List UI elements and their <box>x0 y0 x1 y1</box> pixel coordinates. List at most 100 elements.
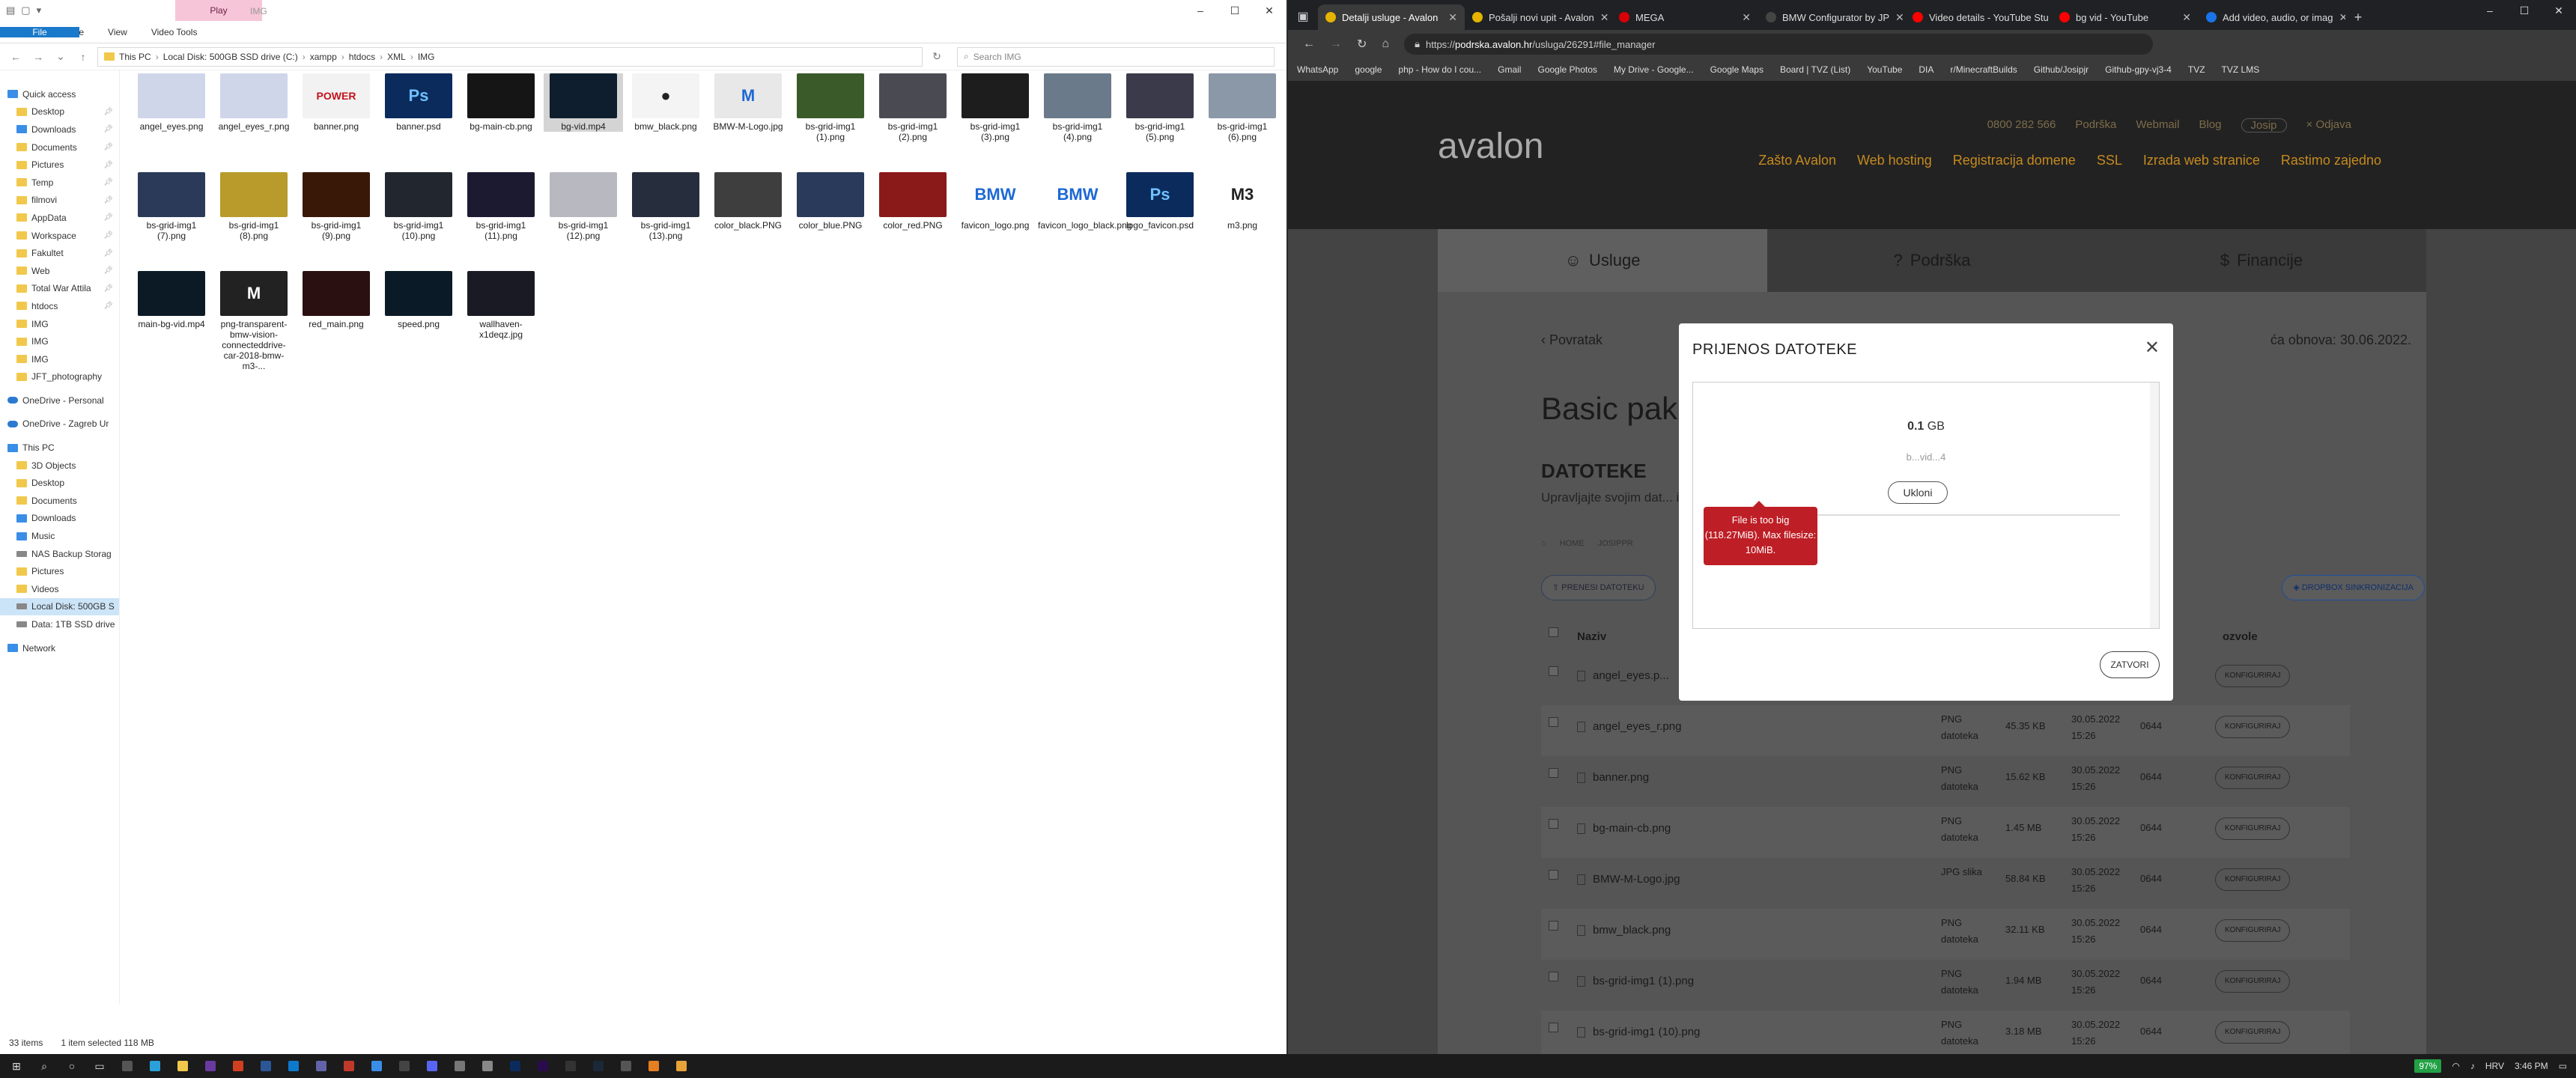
photoshop-icon[interactable] <box>504 1055 526 1077</box>
file-item[interactable]: speed.png <box>379 271 458 329</box>
remove-file-button[interactable]: Ukloni <box>1888 481 1948 504</box>
nav-item[interactable]: htdocs 📌︎ <box>0 297 119 315</box>
nav-item[interactable]: Videos <box>0 580 119 598</box>
back-link[interactable]: ‹ Povratak <box>1541 332 1603 348</box>
chevron-down-icon[interactable]: ⌄ <box>52 50 69 63</box>
home-icon[interactable]: ⌂ <box>1382 37 1389 51</box>
close-modal-button[interactable]: ZATVORI <box>2100 651 2160 678</box>
bookmark[interactable]: Github-gpy-vj3-4 <box>2105 64 2172 75</box>
app-icon[interactable] <box>449 1055 471 1077</box>
app-icon[interactable] <box>227 1055 249 1077</box>
file-item[interactable]: POWER banner.png <box>297 73 376 132</box>
menu-item[interactable]: Registracija domene <box>1953 153 2076 168</box>
app-icon[interactable] <box>310 1055 332 1077</box>
blog-link[interactable]: Blog <box>2199 118 2221 133</box>
chevron-down-icon[interactable]: ▾ <box>37 4 42 16</box>
battery-indicator[interactable]: 97% <box>2414 1059 2442 1073</box>
configure-button[interactable]: KONFIGURIRAJ <box>2215 767 2291 789</box>
nav-item[interactable]: Quick access <box>0 85 119 103</box>
file-name-cell[interactable]: BMW-M-Logo.jpg <box>1577 873 1680 886</box>
tab-podrska[interactable]: ? Podrška <box>1767 229 2097 292</box>
search-icon[interactable]: ⌕ <box>33 1055 55 1077</box>
browser-tab[interactable]: BMW Configurator by JP ✕ <box>1758 4 1905 30</box>
configure-button[interactable]: KONFIGURIRAJ <box>2215 919 2291 942</box>
bookmark[interactable]: TVZ LMS <box>2222 64 2260 75</box>
upload-file-button[interactable]: ⇪ PRENESI DATOTEKU <box>1541 575 1656 600</box>
bookmark[interactable]: php - How do I cou... <box>1398 64 1481 75</box>
file-item[interactable]: color_black.PNG <box>708 172 788 231</box>
nav-item[interactable]: filmovi 📌︎ <box>0 192 119 210</box>
back-arrow-icon[interactable]: ← <box>1303 37 1315 51</box>
file-item[interactable]: bs-grid-img1 (7).png <box>132 172 211 241</box>
tab-actions-icon[interactable]: ▣ <box>1288 4 1318 30</box>
tab-file[interactable]: File <box>0 26 79 37</box>
file-name-cell[interactable]: banner.png <box>1577 771 1649 784</box>
file-item[interactable]: wallhaven-x1deqz.jpg <box>461 271 541 340</box>
maximize-button[interactable]: ☐ <box>1218 0 1252 21</box>
file-name-cell[interactable]: bmw_black.png <box>1577 924 1671 937</box>
app-icon[interactable] <box>199 1055 222 1077</box>
menu-item[interactable]: Zašto Avalon <box>1758 153 1836 168</box>
file-item[interactable]: bs-grid-img1 (10).png <box>379 172 458 241</box>
avalon-logo[interactable]: avalon <box>1438 126 1543 167</box>
nav-item[interactable]: AppData 📌︎ <box>0 209 119 227</box>
breadcrumb-item[interactable]: htdocs <box>349 52 375 62</box>
app-icon[interactable] <box>393 1055 416 1077</box>
bookmark[interactable]: DIA <box>1919 64 1933 75</box>
nav-item[interactable]: IMG <box>0 332 119 350</box>
file-item[interactable]: bs-grid-img1 (6).png <box>1203 73 1282 142</box>
row-checkbox[interactable] <box>1549 1023 1558 1032</box>
nav-item[interactable]: OneDrive - Zagreb Ur <box>0 415 119 433</box>
menu-item[interactable]: Izrada web stranice <box>2143 153 2260 168</box>
row-checkbox[interactable] <box>1549 921 1558 931</box>
nav-item[interactable]: 3D Objects <box>0 457 119 475</box>
file-item[interactable]: angel_eyes.png <box>132 73 211 132</box>
nav-item[interactable]: Downloads 📌︎ <box>0 121 119 138</box>
nav-item[interactable]: Desktop 📌︎ <box>0 103 119 121</box>
file-name-cell[interactable]: bs-grid-img1 (1).png <box>1577 975 1694 987</box>
language-indicator[interactable]: HRV <box>2485 1061 2504 1071</box>
nav-item[interactable]: Downloads <box>0 510 119 528</box>
nav-item[interactable]: Documents 📌︎ <box>0 138 119 156</box>
nav-item[interactable]: Desktop <box>0 474 119 492</box>
bookmark[interactable]: TVZ <box>2188 64 2205 75</box>
configure-button[interactable]: KONFIGURIRAJ <box>2215 868 2291 891</box>
notifications-icon[interactable]: ▭ <box>2559 1061 2567 1071</box>
file-item[interactable]: color_red.PNG <box>873 172 953 231</box>
file-item[interactable]: BMW favicon_logo_black.png <box>1038 172 1131 231</box>
logout-link[interactable]: × Odjava <box>2306 118 2351 133</box>
row-checkbox[interactable] <box>1549 717 1558 727</box>
file-item[interactable]: red_main.png <box>297 271 376 329</box>
row-checkbox[interactable] <box>1549 972 1558 981</box>
minimize-button[interactable]: – <box>1183 0 1218 21</box>
app-icon[interactable] <box>643 1055 665 1077</box>
file-name-cell[interactable]: bg-main-cb.png <box>1577 822 1671 835</box>
word-icon[interactable] <box>255 1055 277 1077</box>
steam-icon[interactable] <box>587 1055 610 1077</box>
clock[interactable]: 3:46 PM <box>2515 1061 2548 1071</box>
forward-arrow-icon[interactable]: → <box>1330 37 1342 51</box>
nav-item[interactable]: Network <box>0 639 119 657</box>
nav-item[interactable]: Pictures 📌︎ <box>0 156 119 174</box>
webmail-link[interactable]: Webmail <box>2136 118 2179 133</box>
file-item[interactable]: bs-grid-img1 (9).png <box>297 172 376 241</box>
play-context-tab[interactable]: Play <box>175 0 262 21</box>
nav-item[interactable]: Data: 1TB SSD drive <box>0 615 119 633</box>
breadcrumb-item[interactable]: xampp <box>310 52 337 62</box>
nav-item[interactable]: Web 📌︎ <box>0 262 119 280</box>
row-checkbox[interactable] <box>1549 870 1558 880</box>
nav-item[interactable]: Documents <box>0 492 119 510</box>
browser-tab[interactable]: Pošalji novi upit - Avalon ✕ <box>1465 4 1611 30</box>
breadcrumb-item[interactable]: Local Disk: 500GB SSD drive (C:) <box>163 52 298 62</box>
wifi-icon[interactable]: ◠ <box>2452 1061 2459 1071</box>
app-icon[interactable] <box>338 1055 360 1077</box>
browser-tab[interactable]: MEGA ✕ <box>1611 4 1758 30</box>
close-icon[interactable]: ✕ <box>1448 11 1457 24</box>
file-item[interactable]: Ps banner.psd <box>379 73 458 132</box>
bookmark[interactable]: My Drive - Google... <box>1614 64 1694 75</box>
phone-number[interactable]: 0800 282 566 <box>1987 118 2056 133</box>
browser-tab[interactable]: Video details - YouTube Stu✕ <box>1905 4 2052 30</box>
tab-financije[interactable]: $ Financije <box>2097 229 2426 292</box>
file-item[interactable]: bs-grid-img1 (1).png <box>791 73 870 142</box>
file-item[interactable]: bs-grid-img1 (8).png <box>214 172 294 241</box>
